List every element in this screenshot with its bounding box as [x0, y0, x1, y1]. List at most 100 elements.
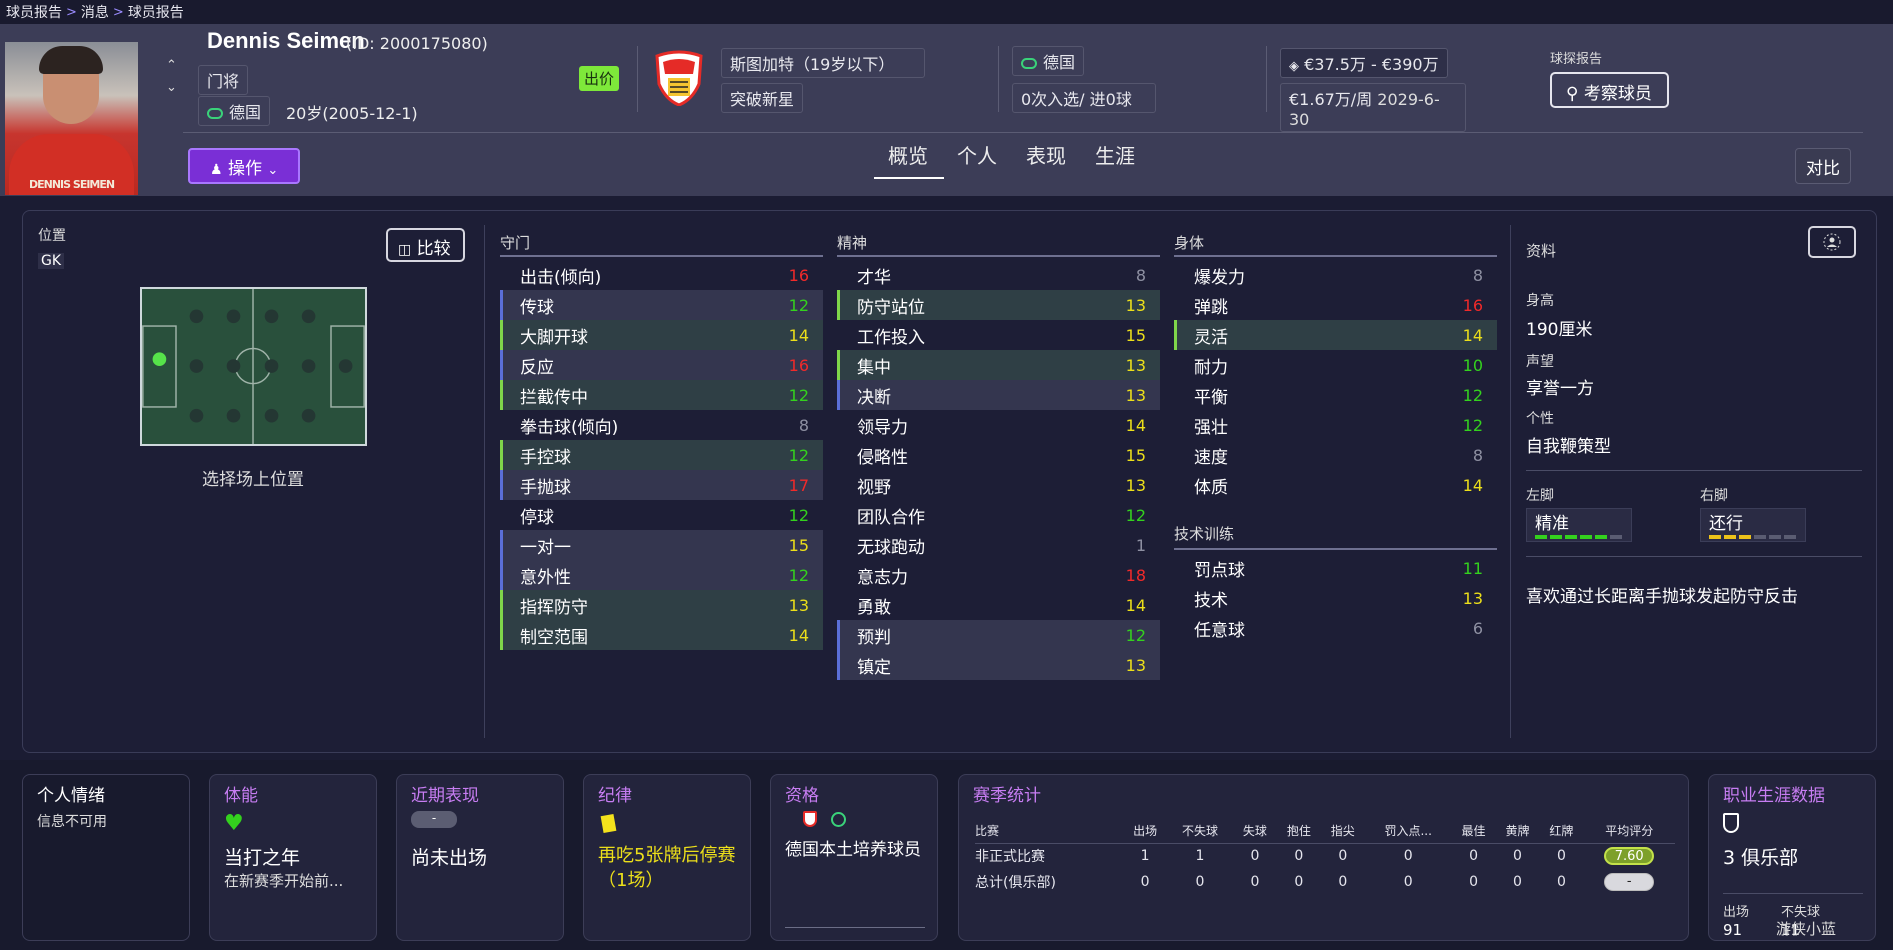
attribute-row[interactable]: 拳击球(倾向) 8 — [500, 410, 823, 440]
compare-button[interactable]: 对比 — [1795, 148, 1851, 184]
attribute-row[interactable]: 勇敢 14 — [837, 590, 1160, 620]
attribute-row[interactable]: 意志力 18 — [837, 560, 1160, 590]
bid-button[interactable]: 出价 — [579, 66, 620, 91]
attribute-row[interactable]: 停球 12 — [500, 500, 823, 530]
attribute-row[interactable]: 手抛球 17 — [500, 470, 823, 500]
attribute-row[interactable]: 侵略性 15 — [837, 440, 1160, 470]
attribute-row[interactable]: 平衡 12 — [1174, 380, 1497, 410]
attribute-row[interactable]: 传球 12 — [500, 290, 823, 320]
attribute-row[interactable]: 工作投入 15 — [837, 320, 1160, 350]
attribute-row[interactable]: 体质 14 — [1174, 470, 1497, 500]
attribute-row[interactable]: 任意球 6 — [1174, 613, 1497, 643]
table-header: 比赛 出场 不失球 失球 抱住 指尖 罚入点... 最佳 黄牌 红牌 平均评分 — [975, 819, 1675, 843]
column-divider — [1174, 255, 1497, 257]
attribute-row[interactable]: 大脚开球 14 — [500, 320, 823, 350]
table-cell: 0 — [1140, 874, 1150, 890]
goalkeeper-position-dot[interactable] — [152, 352, 167, 367]
form-card[interactable]: 近期表现 - 尚未出场 — [396, 774, 564, 941]
career-card[interactable]: 职业生涯数据 3 俱乐部 出场 91 不失球 11 — [1708, 774, 1876, 941]
attribute-value: 13 — [1125, 475, 1146, 495]
attribute-row[interactable]: 领导力 14 — [837, 410, 1160, 440]
mood-card[interactable]: 个人情绪 信息不可用 — [22, 774, 190, 941]
attribute-name: 侵略性 — [857, 447, 908, 468]
pitch-position-map[interactable] — [140, 287, 367, 446]
attribute-row[interactable]: 团队合作 12 — [837, 500, 1160, 530]
divider — [998, 46, 999, 112]
table-cell: 0 — [1513, 874, 1522, 890]
attribute-row[interactable]: 弹跳 16 — [1174, 290, 1497, 320]
nation-tag[interactable]: 德国 — [1012, 46, 1085, 76]
attribute-value: 12 — [1125, 625, 1146, 645]
right-foot-label: 右脚 — [1700, 488, 1728, 504]
shirt-print: DENNIS SEIMEN — [29, 178, 115, 191]
attribute-value: 13 — [1125, 655, 1146, 675]
rating-cell: - — [1583, 869, 1675, 895]
career-apps: 91 — [1723, 921, 1743, 939]
club-crest-icon[interactable] — [654, 50, 704, 106]
career-title: 职业生涯数据 — [1723, 786, 1825, 806]
table-row[interactable]: 总计(俱乐部) 0 0 0 0 0 0 0 0 0 - — [975, 869, 1675, 895]
actions-button[interactable]: ♟ 操作 ⌄ — [188, 148, 300, 184]
attribute-row[interactable]: 才华 8 — [837, 260, 1160, 290]
attribute-row[interactable]: 无球跑动 1 — [837, 530, 1160, 560]
attribute-row[interactable]: 集中 13 — [837, 350, 1160, 380]
attribute-value: 15 — [1125, 325, 1146, 345]
attribute-row[interactable]: 罚点球 11 — [1174, 553, 1497, 583]
position-value: GK — [38, 253, 65, 269]
attribute-row[interactable]: 反应 16 — [500, 350, 823, 380]
attribute-row[interactable]: 技术 13 — [1174, 583, 1497, 613]
watermark-logo: 游侠小蓝 — [1776, 920, 1837, 938]
attribute-row[interactable]: 预判 12 — [837, 620, 1160, 650]
wage: €1.67万/周 — [1289, 90, 1373, 109]
attribute-row[interactable]: 拦截传中 12 — [500, 380, 823, 410]
attribute-row[interactable]: 手控球 12 — [500, 440, 823, 470]
scout-player-button[interactable]: ⚲ 考察球员 — [1550, 72, 1669, 108]
fitness-card[interactable]: 体能 ♥ 当打之年 在新赛季开始前... — [209, 774, 377, 941]
table-row[interactable]: 非正式比赛 1 1 0 0 0 0 0 0 0 7.60 — [975, 843, 1675, 869]
attribute-row[interactable]: 强壮 12 — [1174, 410, 1497, 440]
divider — [1526, 556, 1862, 557]
tab-personal[interactable]: 个人 — [957, 140, 997, 169]
attribute-row[interactable]: 视野 13 — [837, 470, 1160, 500]
discipline-card[interactable]: 纪律 再吃5张牌后停赛（1场） — [583, 774, 751, 941]
attribute-row[interactable]: 灵活 14 — [1174, 320, 1497, 350]
tab-career[interactable]: 生涯 — [1095, 140, 1135, 169]
nationality-tag[interactable]: 德国 — [198, 96, 271, 126]
value-tag[interactable]: ◈ €37.5万 - €390万 — [1280, 48, 1448, 78]
attribute-row[interactable]: 一对一 15 — [500, 530, 823, 560]
attribute-value: 13 — [1125, 295, 1146, 315]
next-player-icon[interactable]: ⌄ — [166, 80, 177, 95]
player-info-icon[interactable] — [1808, 226, 1856, 258]
club-team[interactable]: 斯图加特（19岁以下） — [721, 48, 925, 78]
player-trait: 喜欢通过长距离手抛球发起防守反击 — [1526, 587, 1798, 607]
tab-performance[interactable]: 表现 — [1026, 140, 1066, 169]
physical-title: 身体 — [1174, 234, 1205, 252]
attribute-row[interactable]: 意外性 12 — [500, 560, 823, 590]
position-compare-button[interactable]: ◫ 比较 — [386, 228, 465, 262]
attribute-value: 13 — [1125, 355, 1146, 375]
attribute-row[interactable]: 指挥防守 13 — [500, 590, 823, 620]
attribute-name: 弹跳 — [1194, 297, 1228, 318]
breadcrumb-item-news[interactable]: 消息 — [81, 2, 109, 22]
attribute-name: 无球跑动 — [857, 537, 925, 558]
attribute-row[interactable]: 速度 8 — [1174, 440, 1497, 470]
attribute-row[interactable]: 防守站位 13 — [837, 290, 1160, 320]
attribute-row[interactable]: 出击(倾向) 16 — [500, 260, 823, 290]
foot-meter-segment — [1739, 535, 1751, 539]
eligibility-card[interactable]: 资格 德国本土培养球员 — [770, 774, 938, 941]
attribute-name: 停球 — [520, 507, 554, 528]
attribute-name: 出击(倾向) — [520, 267, 602, 288]
attribute-row[interactable]: 镇定 13 — [837, 650, 1160, 680]
attribute-row[interactable]: 耐力 10 — [1174, 350, 1497, 380]
attribute-row[interactable]: 爆发力 8 — [1174, 260, 1497, 290]
tab-overview[interactable]: 概览 — [888, 140, 928, 169]
rating-cell: 7.60 — [1583, 843, 1675, 869]
season-stats-card[interactable]: 赛季统计 比赛 出场 不失球 失球 抱住 指尖 罚入点... 最佳 黄牌 红牌 平均评分 非正式比赛… — [958, 774, 1689, 941]
table-cell: 0 — [1338, 848, 1348, 865]
attribute-row[interactable]: 决断 13 — [837, 380, 1160, 410]
breadcrumb-item-reports[interactable]: 球员报告 — [6, 2, 62, 22]
previous-player-icon[interactable]: ⌃ — [166, 58, 177, 73]
divider — [1510, 225, 1511, 738]
attribute-value: 15 — [788, 535, 809, 555]
attribute-row[interactable]: 制空范围 14 — [500, 620, 823, 650]
